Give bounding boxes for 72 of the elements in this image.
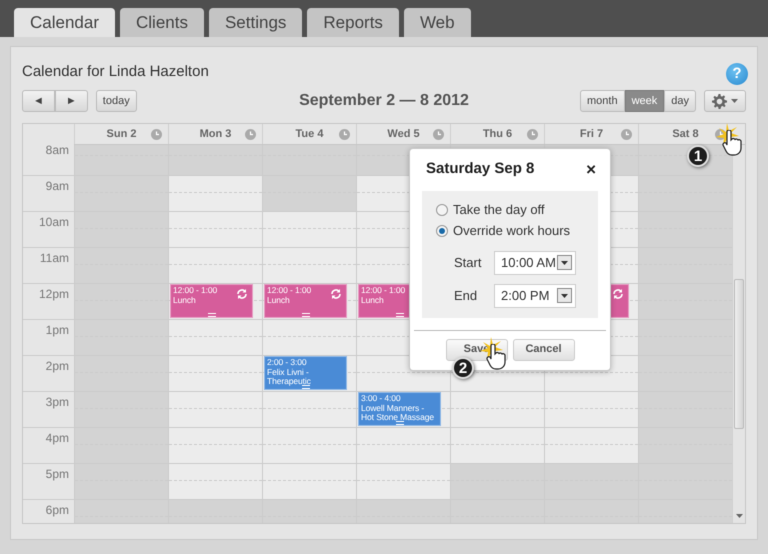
dropdown-arrow-icon bbox=[561, 294, 568, 298]
appointment-title: Lowell Manners - Hot Stone Massage bbox=[361, 404, 435, 422]
date-range-title: September 2 — 8 2012 bbox=[299, 91, 469, 111]
day-label: Mon 3 bbox=[200, 126, 232, 142]
previous-button[interactable]: ◄ bbox=[22, 90, 55, 112]
time-select[interactable]: 2:00 PM bbox=[494, 284, 576, 308]
clock-icon bbox=[339, 129, 350, 140]
time-label: 10am bbox=[38, 215, 69, 229]
tab[interactable]: Reports bbox=[307, 8, 399, 37]
tab[interactable]: Calendar bbox=[14, 8, 115, 37]
time-label: 1pm bbox=[46, 323, 69, 337]
view-button[interactable]: day bbox=[664, 90, 696, 112]
close-button[interactable]: × bbox=[586, 160, 596, 178]
tab[interactable]: Web bbox=[404, 8, 471, 37]
day-label: Thu 6 bbox=[482, 126, 512, 142]
field-label: End bbox=[454, 286, 478, 305]
scroll-down-icon[interactable] bbox=[736, 514, 743, 518]
time-label: 6pm bbox=[46, 503, 69, 517]
appointment-time: 12:00 - 1:00 bbox=[173, 286, 218, 296]
hand-cursor-icon bbox=[721, 130, 742, 158]
appointment-title: Lunch bbox=[361, 296, 385, 305]
clock-icon bbox=[527, 129, 538, 140]
option-label: Override work hours bbox=[453, 222, 570, 240]
clock-icon bbox=[245, 129, 256, 140]
select-value: 10:00 AM bbox=[501, 254, 556, 272]
appointment-title: Lunch bbox=[173, 296, 197, 305]
today-button[interactable]: today bbox=[96, 90, 137, 112]
tab[interactable]: Settings bbox=[208, 8, 302, 37]
time-label: 2pm bbox=[46, 359, 69, 373]
day-label: Tue 4 bbox=[296, 126, 324, 142]
appointment-title: Felix Livni - Therapeutic bbox=[267, 368, 312, 386]
day-label: Fri 7 bbox=[580, 126, 604, 142]
field-label: Start bbox=[454, 254, 482, 272]
day-label: Sun 2 bbox=[106, 126, 136, 142]
cancel-button[interactable]: Cancel bbox=[512, 338, 574, 360]
time-label: 11am bbox=[40, 251, 69, 265]
dialog-title: Saturday Sep 8 bbox=[426, 159, 534, 179]
time-label: 4pm bbox=[46, 431, 69, 445]
scrollbar-thumb[interactable] bbox=[734, 279, 744, 429]
view-button[interactable]: month bbox=[580, 90, 625, 112]
appointment-block[interactable]: 12:00 - 1:00 Lunch bbox=[264, 284, 347, 318]
appointment-time: 12:00 - 1:00 bbox=[267, 286, 312, 296]
clock-icon bbox=[621, 129, 632, 140]
appointment-block[interactable]: 3:00 - 4:00 Lowell Manners - Hot Stone Massage bbox=[358, 392, 441, 426]
day-label: Sat 8 bbox=[672, 126, 699, 142]
time-label: 5pm bbox=[46, 467, 69, 481]
appointment-time: 3:00 - 4:00 bbox=[361, 394, 402, 404]
appointment-time: 2:00 - 3:00 bbox=[267, 358, 308, 368]
select-value: 2:00 PM bbox=[501, 286, 550, 305]
appointment-block[interactable]: 12:00 - 1:00 Lunch bbox=[170, 284, 253, 318]
time-label: 9am bbox=[46, 179, 69, 193]
radio-button[interactable] bbox=[436, 204, 448, 216]
settings-icon bbox=[712, 94, 727, 108]
clock-icon bbox=[151, 129, 162, 140]
day-label: Wed 5 bbox=[387, 126, 420, 142]
appointment-title: Lunch bbox=[267, 296, 291, 305]
settings-dropdown[interactable] bbox=[704, 90, 746, 112]
calendar-title: Calendar for Linda Hazelton bbox=[22, 62, 209, 82]
radio-button[interactable] bbox=[436, 225, 448, 237]
dropdown-arrow-icon bbox=[561, 260, 568, 264]
time-label: 8am bbox=[46, 143, 69, 157]
clock-icon bbox=[433, 129, 444, 140]
caret-icon bbox=[731, 99, 738, 103]
time-label: 12pm bbox=[38, 287, 69, 301]
time-select[interactable]: 10:00 AM bbox=[494, 250, 576, 274]
appointment-block[interactable]: 2:00 - 3:00 Felix Livni - Therapeutic bbox=[264, 356, 347, 390]
view-button[interactable]: week bbox=[624, 90, 664, 112]
time-label: 3pm bbox=[46, 395, 69, 409]
option-label: Take the day off bbox=[453, 201, 545, 220]
next-button[interactable]: ► bbox=[54, 90, 88, 112]
appointment-time: 12:00 - 1:00 bbox=[361, 286, 406, 296]
tab[interactable]: Clients bbox=[120, 8, 204, 37]
